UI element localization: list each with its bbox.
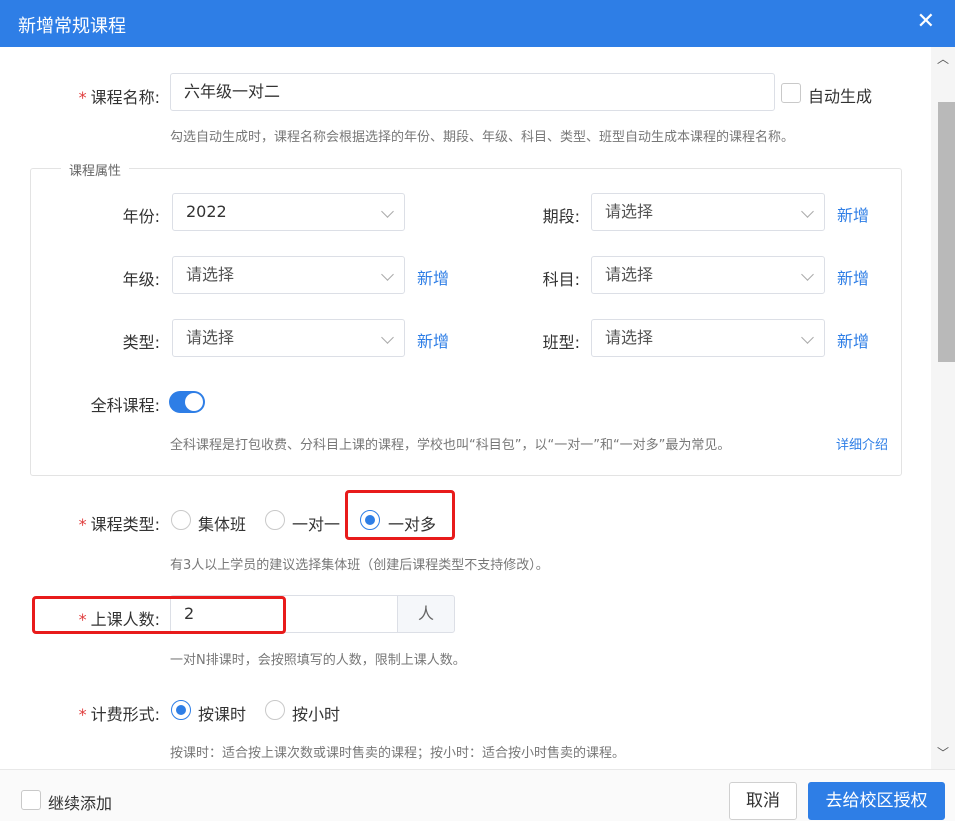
class-type-select[interactable]: 请选择: [591, 319, 825, 357]
cancel-button[interactable]: 取消: [729, 782, 797, 820]
all-subject-hint: 全科课程是打包收费、分科目上课的课程，学校也叫“科目包”，以“一对一”和“一对多…: [170, 438, 731, 453]
class-type-value: 请选择: [605, 328, 654, 347]
course-type-hint: 有3人以上学员的建议选择集体班（创建后课程类型不支持修改）。: [170, 558, 549, 573]
course-name-hint: 勾选自动生成时，课程名称会根据选择的年份、期段、年级、科目、类型、班型自动生成本…: [170, 130, 795, 145]
add-type-link[interactable]: 新增: [417, 328, 449, 352]
chevron-down-icon: [381, 205, 394, 218]
dialog-footer: 继续添加 取消 去给校区授权: [0, 769, 955, 821]
course-attributes-legend: 课程属性: [61, 160, 130, 179]
add-grade-link[interactable]: 新增: [417, 265, 449, 289]
period-select[interactable]: 请选择: [591, 193, 825, 231]
radio-one-to-one-label: 一对一: [292, 515, 341, 534]
dialog-titlebar: 新增常规课程 ✕: [0, 0, 955, 47]
grade-value: 请选择: [186, 265, 235, 284]
all-subject-toggle[interactable]: [169, 391, 205, 413]
billing-label: * 计费形式:: [78, 705, 160, 724]
type-select[interactable]: 请选择: [172, 319, 405, 357]
scroll-down-icon[interactable]: ﹀: [937, 747, 949, 759]
period-label: 期段:: [542, 207, 580, 226]
course-type-label: * 课程类型:: [78, 515, 160, 534]
subject-select[interactable]: 请选择: [591, 256, 825, 294]
type-label: 类型:: [122, 333, 160, 352]
grade-select[interactable]: 请选择: [172, 256, 405, 294]
close-icon[interactable]: ✕: [917, 11, 935, 33]
authorize-campus-button[interactable]: 去给校区授权: [808, 782, 945, 820]
continue-add-label: 继续添加: [48, 794, 113, 813]
radio-one-to-one[interactable]: [265, 510, 285, 530]
radio-by-lesson[interactable]: [171, 700, 191, 720]
class-type-label: 班型:: [542, 333, 580, 352]
scroll-up-icon[interactable]: ︿: [937, 53, 949, 65]
course-name-input[interactable]: 六年级一对二: [170, 73, 775, 111]
year-select[interactable]: 2022: [172, 193, 405, 231]
continue-add-checkbox[interactable]: [21, 790, 41, 810]
scrollbar[interactable]: ︿ ﹀: [931, 47, 955, 769]
detail-link[interactable]: 详细介绍: [836, 434, 888, 453]
auto-generate-label: 自动生成: [808, 87, 873, 106]
year-label: 年份:: [122, 207, 160, 226]
radio-group-class-label: 集体班: [198, 515, 247, 534]
chevron-down-icon: [801, 268, 814, 281]
highlight-box-course-type: [345, 490, 455, 540]
all-subject-label: 全科课程:: [90, 396, 160, 415]
grade-label: 年级:: [122, 270, 160, 289]
type-value: 请选择: [186, 328, 235, 347]
billing-hint: 按课时：适合按上课次数或课时售卖的课程；按小时：适合按小时售卖的课程。: [170, 746, 626, 761]
radio-by-lesson-label: 按课时: [198, 705, 247, 724]
chevron-down-icon: [381, 331, 394, 344]
class-size-hint: 一对N排课时，会按照填写的人数，限制上课人数。: [170, 653, 466, 668]
radio-by-hour-label: 按小时: [292, 705, 341, 724]
radio-by-hour[interactable]: [265, 700, 285, 720]
dialog-body: * 课程名称: 六年级一对二 自动生成 勾选自动生成时，课程名称会根据选择的年份、…: [0, 47, 931, 769]
course-name-label: * 课程名称:: [78, 88, 160, 107]
toggle-knob: [185, 393, 203, 411]
year-value: 2022: [186, 202, 227, 221]
add-subject-link[interactable]: 新增: [837, 265, 869, 289]
scrollbar-thumb[interactable]: [938, 102, 955, 362]
dialog-title: 新增常规课程: [18, 16, 126, 37]
subject-label: 科目:: [542, 270, 580, 289]
subject-value: 请选择: [605, 265, 654, 284]
chevron-down-icon: [801, 205, 814, 218]
chevron-down-icon: [381, 268, 394, 281]
period-value: 请选择: [605, 202, 654, 221]
class-size-unit: 人: [397, 595, 455, 633]
highlight-box-class-size: [32, 596, 286, 634]
chevron-down-icon: [801, 331, 814, 344]
radio-group-class[interactable]: [171, 510, 191, 530]
add-class-type-link[interactable]: 新增: [837, 328, 869, 352]
add-period-link[interactable]: 新增: [837, 202, 869, 226]
auto-generate-checkbox[interactable]: [781, 83, 801, 103]
